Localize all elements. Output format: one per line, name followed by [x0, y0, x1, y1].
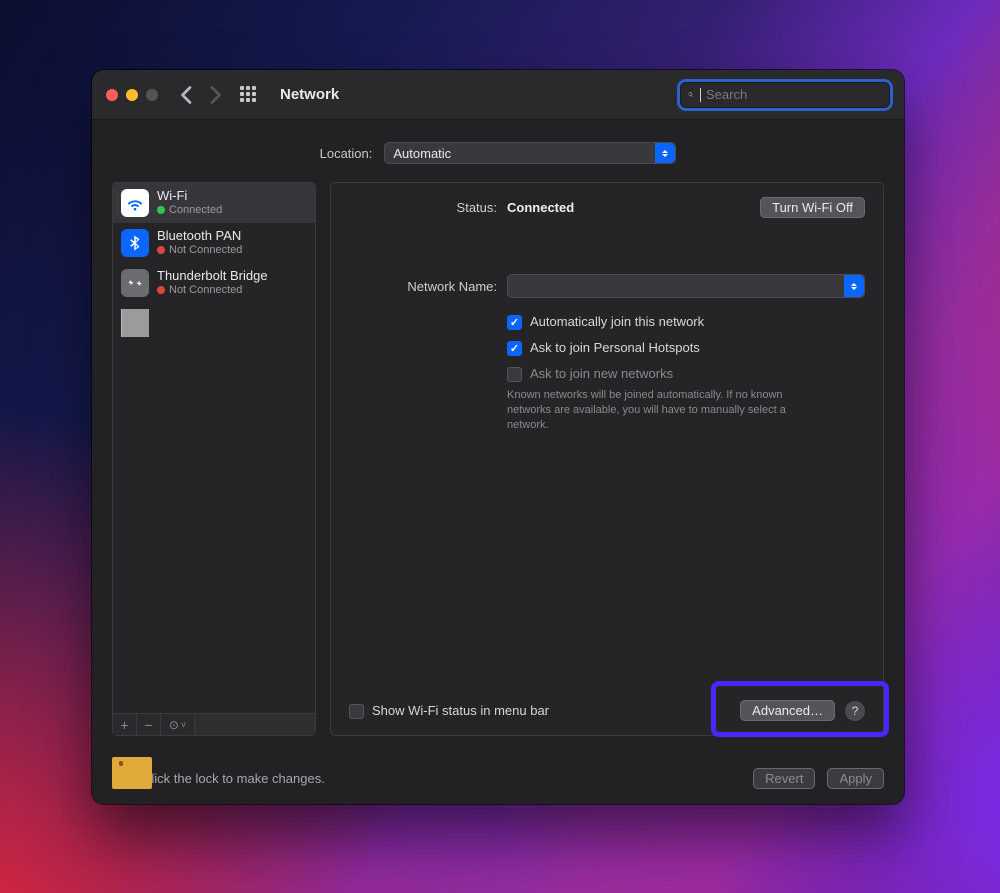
status-dot-icon [157, 206, 165, 214]
revert-button[interactable]: Revert [753, 768, 815, 789]
panel-bottom-row: Show Wi-Fi status in menu bar Advanced… … [349, 700, 865, 721]
service-status: Not Connected [169, 244, 242, 257]
detail-panel: Status: Connected Turn Wi-Fi Off Network… [330, 182, 884, 736]
window-title: Network [280, 86, 339, 103]
close-window-button[interactable] [106, 89, 118, 101]
status-dot-icon [157, 286, 165, 294]
service-item-wifi[interactable]: Wi-Fi Connected [113, 183, 315, 223]
service-name: Bluetooth PAN [157, 229, 242, 244]
status-value: Connected [507, 200, 574, 215]
lock-message: Click the lock to make changes. [142, 771, 325, 786]
service-name: Thunderbolt Bridge [157, 269, 268, 284]
sidebar-footer: + − ⊙ [113, 713, 315, 735]
new-networks-hint: Known networks will be joined automatica… [507, 388, 827, 433]
apply-button[interactable]: Apply [827, 768, 884, 789]
window-footer: Click the lock to make changes. Revert A… [92, 752, 904, 804]
advanced-button[interactable]: Advanced… [740, 700, 835, 721]
redacted-icon [121, 309, 149, 337]
checkbox-label: Ask to join new networks [530, 366, 673, 381]
network-name-row: Network Name: [349, 274, 865, 298]
zoom-window-button[interactable] [146, 89, 158, 101]
status-dot-icon [157, 246, 165, 254]
back-button[interactable] [178, 86, 196, 104]
window-body: Location: Automatic Wi-Fi Connected [92, 120, 904, 752]
checkbox-new-networks[interactable]: Ask to join new networks [507, 366, 865, 382]
network-preferences-window: Network Location: Automatic [92, 70, 904, 804]
service-list: Wi-Fi Connected Bluetooth PAN Not Connec… [113, 183, 315, 713]
network-name-select[interactable] [507, 274, 865, 298]
service-item-redacted[interactable] [113, 303, 315, 343]
checkbox-label: Automatically join this network [530, 314, 704, 329]
help-button[interactable]: ? [845, 701, 865, 721]
wifi-options: Automatically join this network Ask to j… [507, 314, 865, 382]
service-status: Not Connected [169, 284, 242, 297]
service-status: Connected [169, 204, 222, 217]
status-label: Status: [349, 200, 497, 215]
chevron-updown-icon [655, 143, 675, 163]
checkbox-label: Ask to join Personal Hotspots [530, 340, 700, 355]
wifi-toggle-button[interactable]: Turn Wi-Fi Off [760, 197, 865, 218]
forward-button[interactable] [206, 86, 224, 104]
minimize-window-button[interactable] [126, 89, 138, 101]
service-sidebar: Wi-Fi Connected Bluetooth PAN Not Connec… [112, 182, 316, 736]
location-row: Location: Automatic [112, 142, 884, 164]
thunderbolt-bridge-icon [121, 269, 149, 297]
network-name-label: Network Name: [349, 279, 497, 294]
wifi-icon [121, 189, 149, 217]
lock-icon[interactable] [112, 767, 130, 789]
location-select[interactable]: Automatic [384, 142, 676, 164]
checkbox-icon [507, 367, 522, 382]
checkbox-personal-hotspots[interactable]: Ask to join Personal Hotspots [507, 340, 865, 356]
service-name: Wi-Fi [157, 189, 222, 204]
checkbox-auto-join[interactable]: Automatically join this network [507, 314, 865, 330]
search-field[interactable] [680, 82, 890, 108]
checkbox-icon [349, 704, 364, 719]
location-value: Automatic [393, 146, 451, 161]
checkbox-menubar[interactable]: Show Wi-Fi status in menu bar [349, 703, 549, 719]
bluetooth-icon [121, 229, 149, 257]
chevron-updown-icon [844, 275, 864, 297]
toolbar: Network [92, 70, 904, 120]
search-icon [688, 88, 694, 101]
window-controls [106, 89, 158, 101]
remove-service-button[interactable]: − [137, 714, 161, 735]
location-label: Location: [320, 146, 373, 161]
service-actions-button[interactable]: ⊙ [161, 714, 195, 735]
service-item-bluetooth[interactable]: Bluetooth PAN Not Connected [113, 223, 315, 263]
show-all-button[interactable] [240, 86, 258, 104]
status-row: Status: Connected Turn Wi-Fi Off [349, 197, 865, 218]
checkbox-label: Show Wi-Fi status in menu bar [372, 703, 549, 718]
search-input[interactable] [706, 87, 882, 102]
add-service-button[interactable]: + [113, 714, 137, 735]
service-item-thunderbolt[interactable]: Thunderbolt Bridge Not Connected [113, 263, 315, 303]
checkbox-icon [507, 315, 522, 330]
checkbox-icon [507, 341, 522, 356]
